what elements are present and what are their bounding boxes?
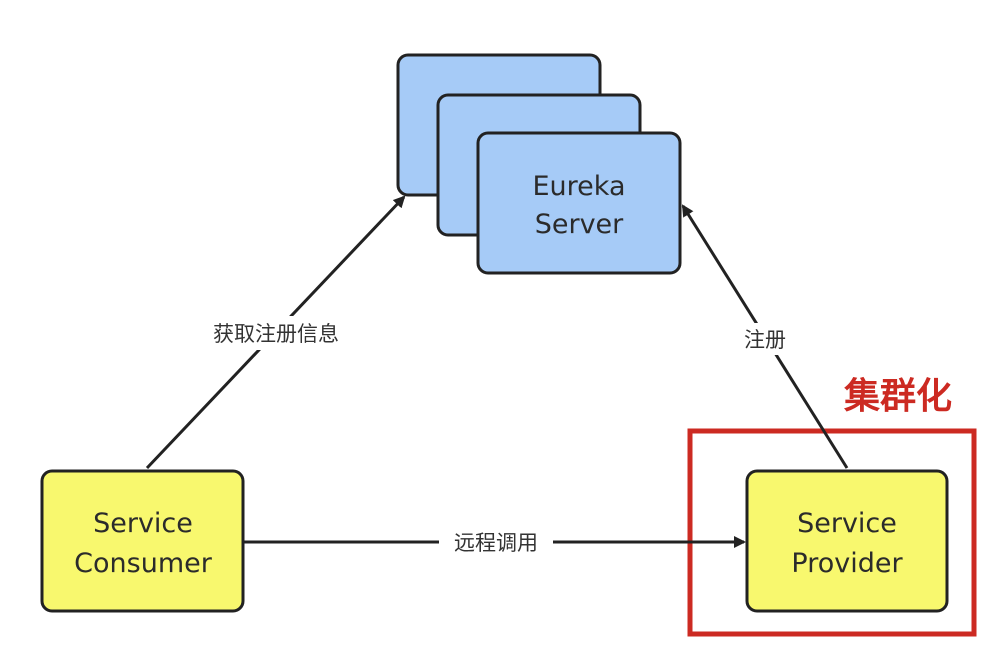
service-consumer-box [40,469,245,613]
edge-remote-call: 远程调用 [244,526,746,558]
service-provider-box [745,469,949,613]
eureka-server-cluster: Eureka Server [396,53,682,275]
service-consumer-label-line1: Service [93,508,193,539]
edge-register-label: 注册 [744,328,786,352]
service-consumer-node: Service Consumer [40,469,245,613]
service-consumer-label-line2: Consumer [74,548,213,579]
service-provider-node: Service Provider [745,469,949,613]
architecture-diagram: Eureka Server Service Consumer Service P… [40,53,977,637]
service-provider-label-line1: Service [797,508,897,539]
eureka-server-label-line2: Server [535,209,624,240]
eureka-server-front-box [476,131,682,275]
edge-fetch-registry-label: 获取注册信息 [213,322,339,346]
cluster-label: 集群化 [843,376,952,417]
edge-fetch-registry: 获取注册信息 [145,195,406,470]
edge-remote-call-label: 远程调用 [454,531,538,555]
service-provider-label-line2: Provider [791,548,903,579]
eureka-server-label-line1: Eureka [533,171,626,202]
